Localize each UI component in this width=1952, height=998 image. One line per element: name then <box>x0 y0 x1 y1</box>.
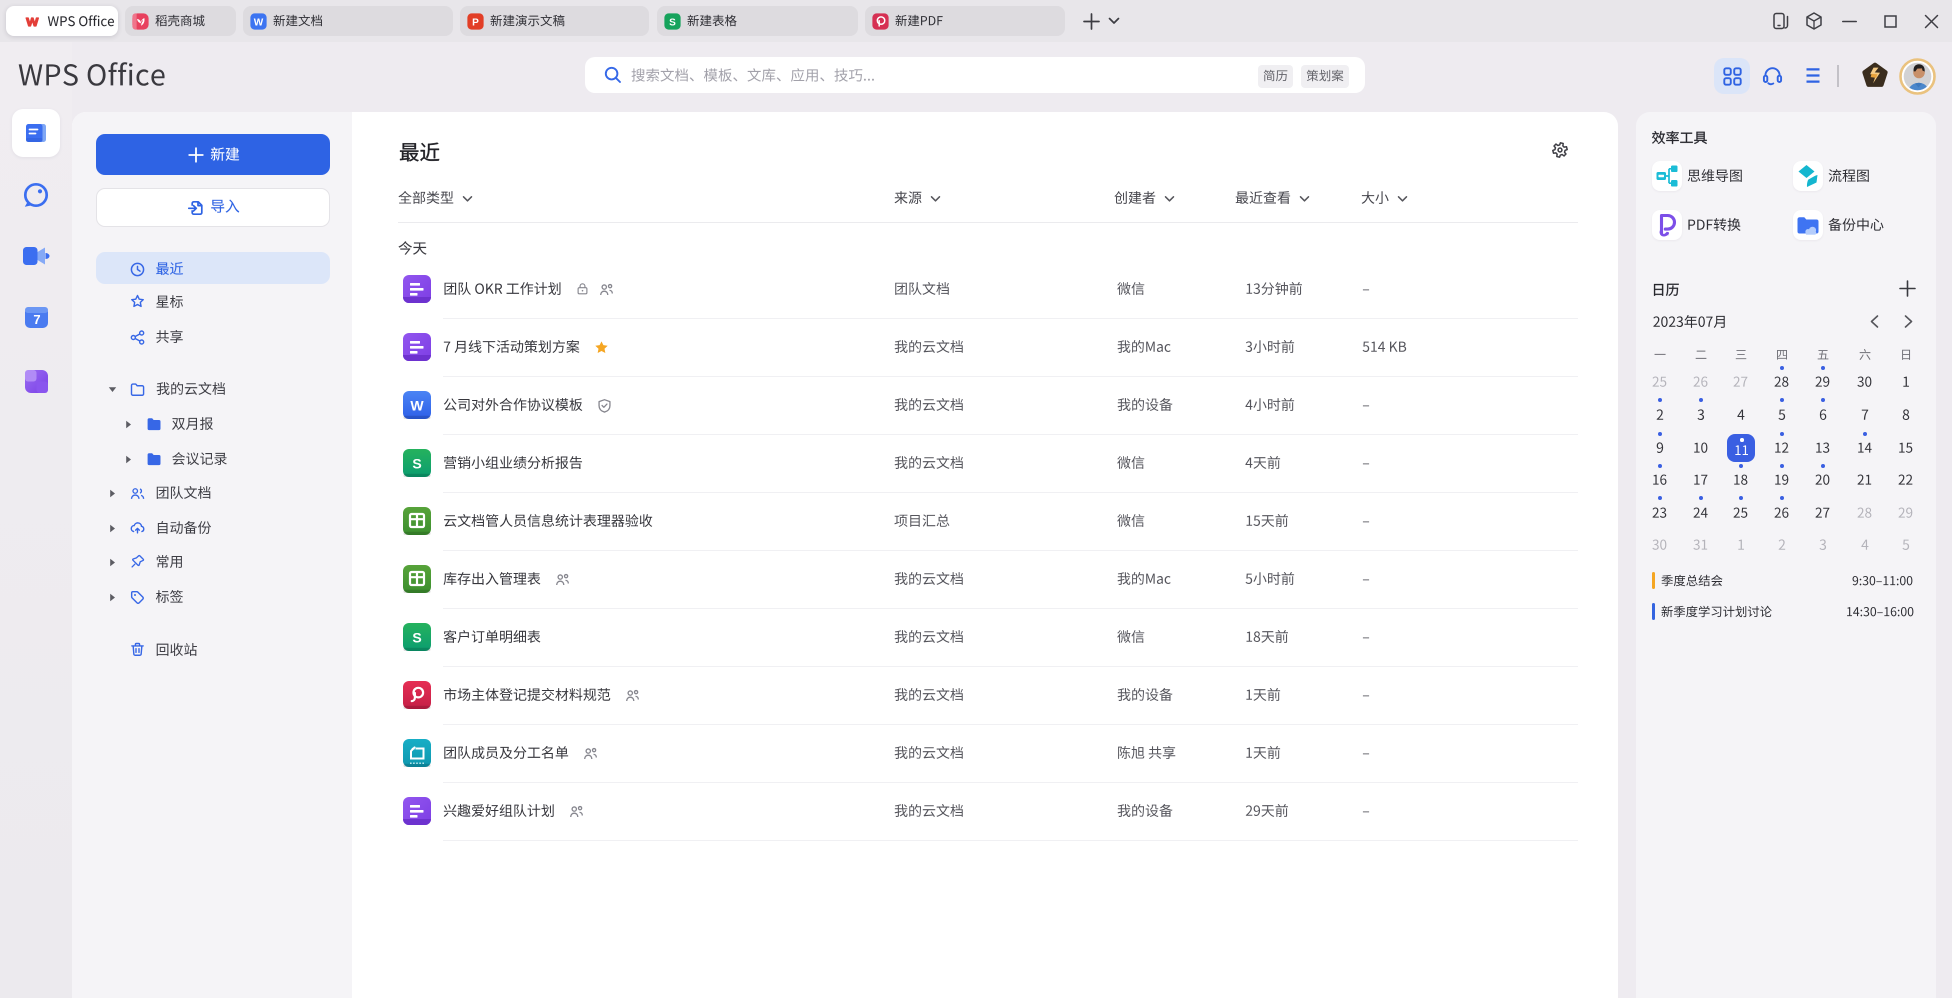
svg-text:W: W <box>254 17 264 28</box>
svg-text:S: S <box>412 456 421 472</box>
svg-text:P: P <box>472 17 479 28</box>
svg-text:S: S <box>669 17 676 28</box>
svg-text:W: W <box>410 398 424 414</box>
svg-text:S: S <box>412 630 421 646</box>
svg-text:7: 7 <box>33 312 40 327</box>
